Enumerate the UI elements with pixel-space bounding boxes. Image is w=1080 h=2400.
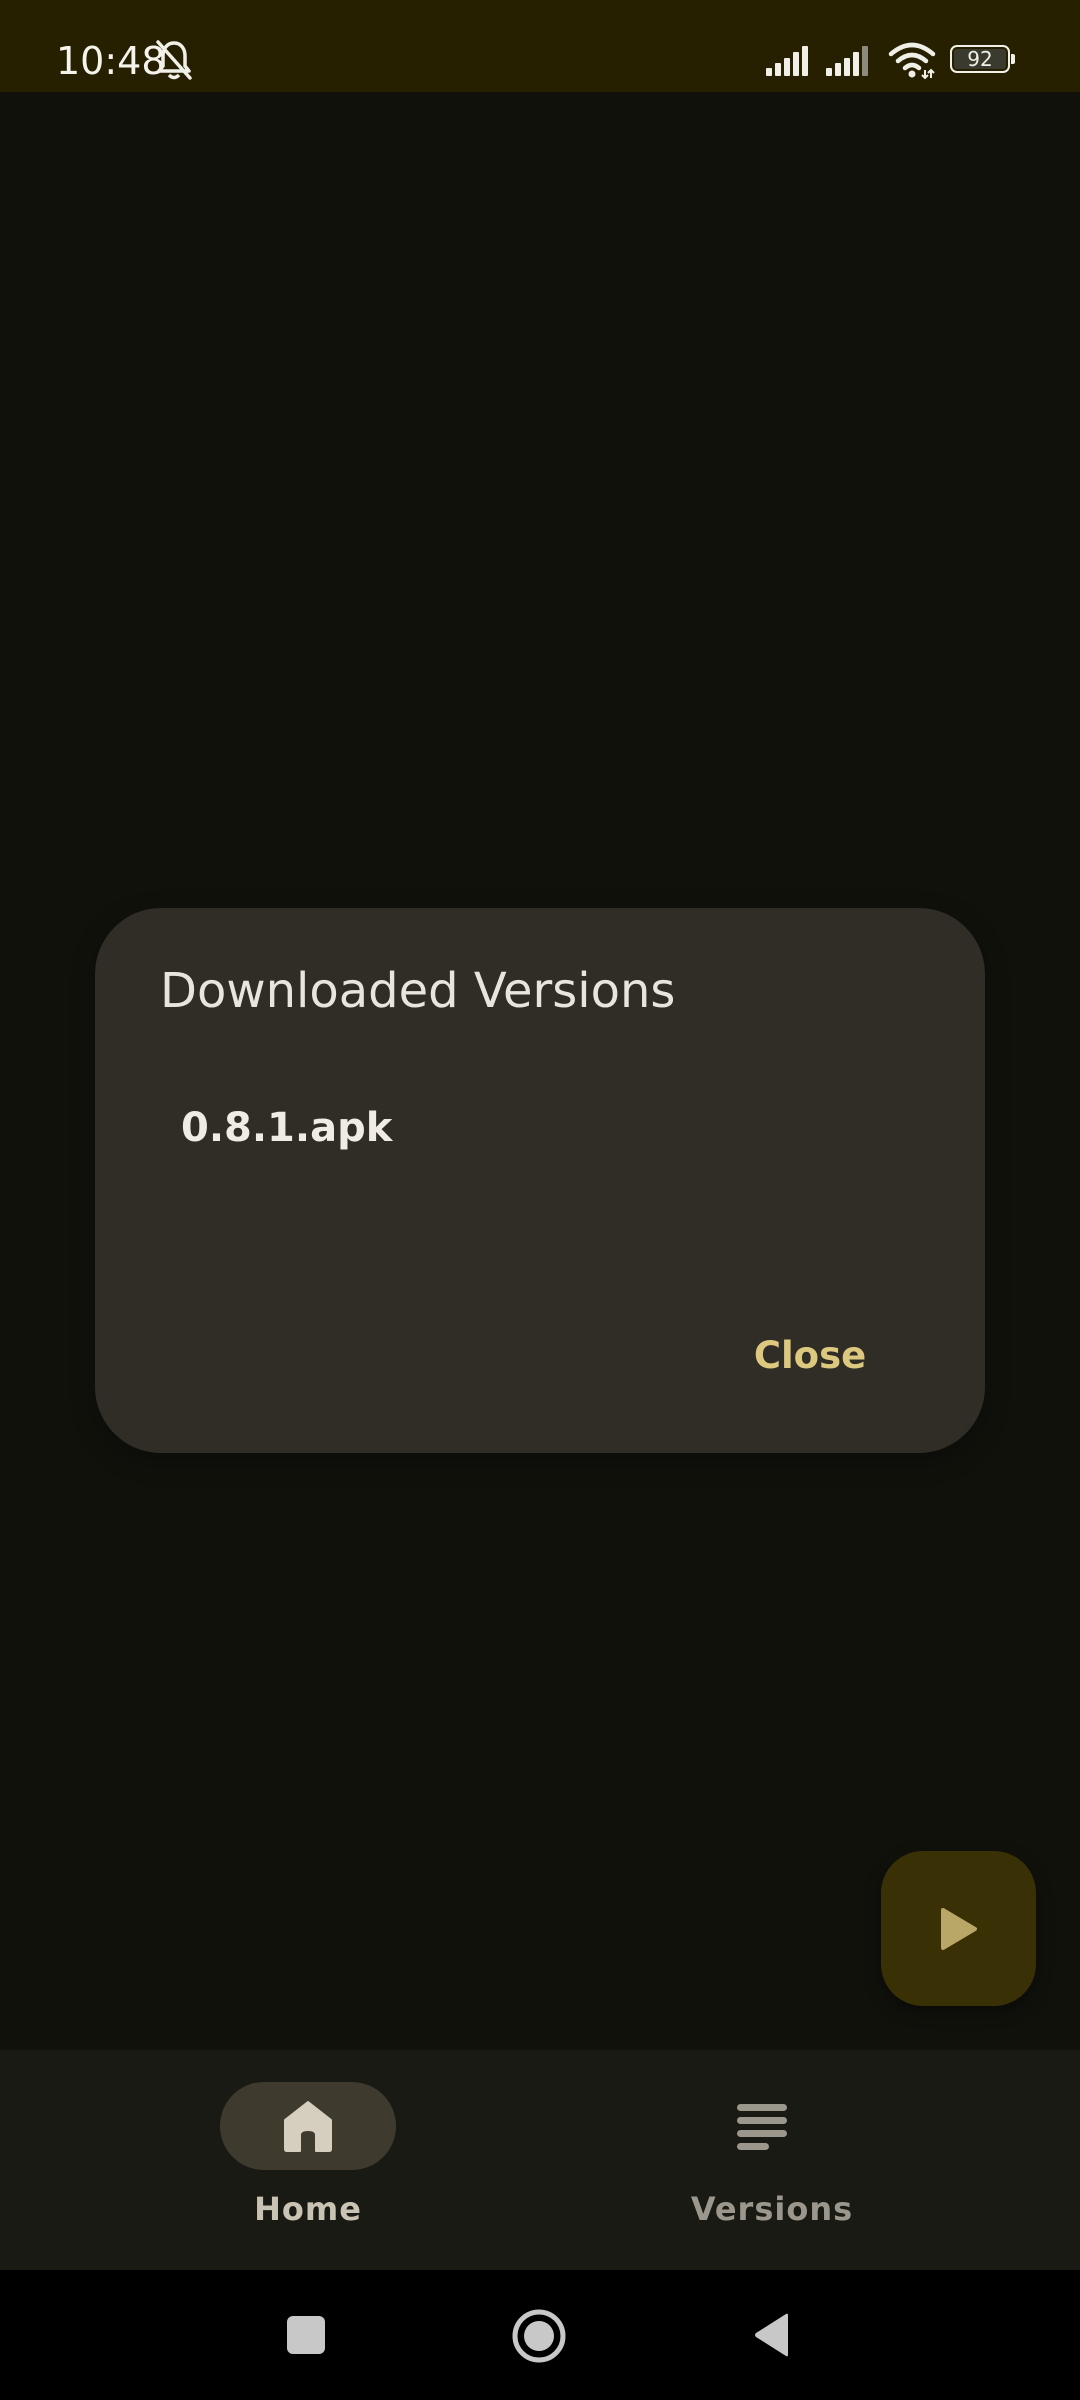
nav-versions-icon-wrap (674, 2082, 850, 2170)
version-list-item[interactable]: 0.8.1.apk (181, 1104, 392, 1152)
nav-active-indicator (220, 2082, 396, 2170)
signal-1-icon (766, 46, 808, 76)
status-time: 10:48 (56, 39, 166, 83)
bottom-navigation: Home Versions (0, 2050, 1080, 2270)
play-fab-button[interactable] (881, 1851, 1036, 2006)
nav-label-versions: Versions (690, 2190, 854, 2228)
signal-2-icon (826, 46, 868, 76)
wifi-icon (888, 42, 936, 80)
close-button[interactable]: Close (735, 1300, 885, 1410)
downloaded-versions-dialog: Downloaded Versions 0.8.1.apk Close (95, 908, 985, 1453)
home-icon (284, 2101, 332, 2152)
home-circle-icon[interactable] (511, 2308, 567, 2364)
battery-icon: 92 (950, 45, 1016, 75)
nav-item-versions[interactable]: Versions (540, 2050, 1080, 2270)
recents-icon[interactable] (286, 2315, 326, 2355)
nav-label-home: Home (254, 2190, 362, 2228)
bell-off-icon (156, 40, 192, 80)
back-icon[interactable] (752, 2312, 792, 2358)
nav-item-home[interactable]: Home (0, 2050, 540, 2270)
list-icon (737, 2104, 787, 2150)
status-bar: 10:48 92 (0, 0, 1080, 92)
play-icon (940, 1907, 977, 1950)
battery-level: 92 (967, 47, 993, 71)
dialog-title: Downloaded Versions (160, 963, 676, 1019)
system-navigation-bar (0, 2270, 1080, 2400)
